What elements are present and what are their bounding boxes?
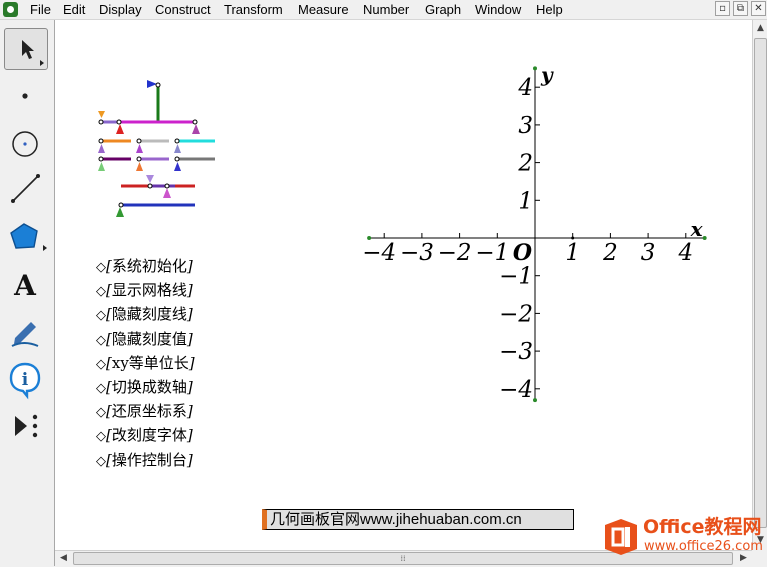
x-axis-end-point — [702, 236, 707, 240]
sketch-canvas[interactable]: ◇[系统初始化] ◇[显示网格线] ◇[隐藏刻度线] ◇[隐藏刻度值] ◇[xy… — [55, 20, 752, 550]
close-button[interactable]: ✕ — [751, 1, 766, 16]
info-icon: i — [9, 362, 41, 400]
vertical-scrollbar[interactable]: ▲ ▼ — [752, 20, 767, 550]
x-tick-label: 2 — [602, 240, 618, 266]
x-tick-label: −4 — [362, 240, 396, 266]
toolbox: A i — [0, 20, 55, 566]
watermark-title: Office教程网 — [643, 516, 762, 538]
scroll-left-icon[interactable]: ◀ — [57, 552, 70, 565]
menu-window[interactable]: Window — [475, 0, 521, 19]
menu-transform[interactable]: Transform — [224, 0, 283, 19]
svg-text:A: A — [13, 269, 37, 302]
point-icon — [22, 93, 28, 99]
arrow-icon — [22, 40, 44, 66]
information-tool[interactable]: i — [4, 358, 48, 400]
menu-file[interactable]: File — [30, 0, 51, 19]
unit-point — [571, 236, 575, 240]
y-tick-label: −2 — [499, 301, 533, 327]
marker-icon — [11, 322, 39, 347]
text-tool[interactable]: A — [4, 264, 48, 306]
watermark-url: www.office26.com — [644, 539, 763, 554]
menu-construct[interactable]: Construct — [155, 0, 211, 19]
svg-text:i: i — [22, 370, 29, 390]
x-tick-label: 1 — [565, 240, 580, 266]
x-tick-label: −1 — [475, 240, 509, 266]
app-icon[interactable] — [3, 2, 18, 17]
y-axis-end-point — [533, 66, 537, 71]
polygon-tool[interactable] — [4, 216, 48, 258]
menu-measure[interactable]: Measure — [298, 0, 349, 19]
vertical-scroll-thumb[interactable] — [754, 38, 767, 528]
menu-number[interactable]: Number — [363, 0, 409, 19]
restore-button[interactable]: ⧉ — [733, 1, 748, 16]
menu-graph[interactable]: Graph — [425, 0, 461, 19]
polygon-icon — [10, 223, 47, 251]
office-logo-icon — [605, 519, 637, 555]
x-tick-label: 3 — [641, 240, 656, 266]
compass-tool[interactable] — [4, 123, 48, 165]
menu-edit[interactable]: Edit — [63, 0, 85, 19]
menu-bar: File Edit Display Construct Transform Me… — [0, 0, 767, 20]
x-axis-label: x — [690, 217, 704, 241]
y-tick-label: −4 — [499, 377, 533, 403]
custom-tool[interactable] — [4, 405, 48, 447]
custom-tools-icon — [15, 414, 38, 438]
compass-icon — [12, 131, 38, 157]
y-axis-label: y — [540, 62, 554, 86]
menu-display[interactable]: Display — [99, 0, 142, 19]
y-tick-label: 2 — [517, 151, 533, 177]
x-axis-start-point — [367, 236, 372, 240]
scroll-up-icon[interactable]: ▲ — [754, 22, 767, 35]
y-tick-label: 1 — [518, 188, 533, 214]
y-tick-label: 4 — [517, 75, 533, 101]
segment-icon — [11, 174, 40, 203]
menu-help[interactable]: Help — [536, 0, 563, 19]
x-tick-label: −3 — [400, 240, 434, 266]
website-banner: 几何画板官网www.jihehuaban.com.cn — [262, 509, 574, 530]
point-tool[interactable] — [4, 75, 48, 117]
y-tick-label: −1 — [499, 264, 533, 290]
y-tick-label: 3 — [518, 113, 533, 139]
y-tick-label: −3 — [499, 339, 533, 365]
x-tick-label: 4 — [677, 240, 693, 266]
coordinate-axes[interactable]: −4 −3 −2 −1 1 2 3 44321−1−2−3−4Oxy — [55, 20, 752, 550]
arrow-select-tool[interactable] — [4, 28, 48, 70]
x-tick-label: −2 — [438, 240, 472, 266]
straightedge-tool[interactable] — [4, 168, 48, 210]
minimize-button[interactable]: ▫ — [715, 1, 730, 16]
marker-tool[interactable] — [4, 310, 48, 352]
y-axis-start-point — [533, 398, 537, 403]
origin-label: O — [513, 240, 532, 266]
text-icon: A — [13, 269, 37, 302]
